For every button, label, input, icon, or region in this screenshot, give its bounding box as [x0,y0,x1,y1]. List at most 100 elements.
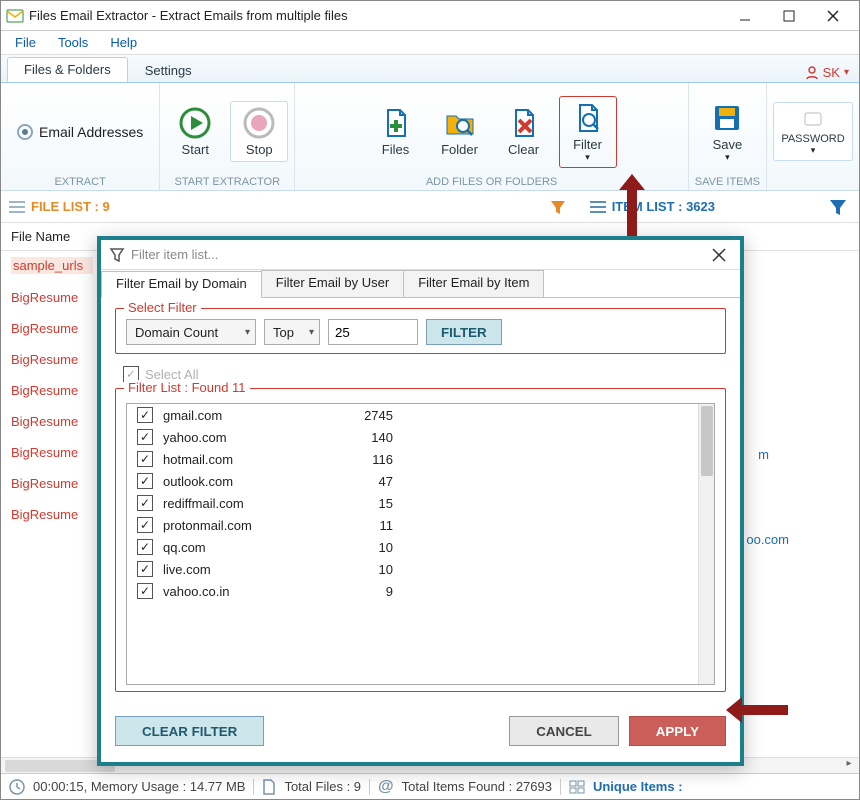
dialog-tabs: Filter Email by Domain Filter Email by U… [101,270,740,298]
tab-filter-domain[interactable]: Filter Email by Domain [101,271,262,298]
top-select[interactable]: Top [264,319,320,345]
user-label: SK [823,65,840,80]
tab-filter-user[interactable]: Filter Email by User [261,270,404,297]
menu-help[interactable]: Help [100,33,147,52]
ribbon: Email Addresses EXTRACT Start Stop START… [1,83,859,191]
file-row[interactable]: BigResume [11,476,93,491]
filter-dialog: Filter item list... Filter Email by Doma… [97,236,744,766]
play-icon [178,106,212,140]
file-row[interactable]: BigResume [11,352,93,367]
save-button[interactable]: Save ▾ [698,96,756,168]
file-row[interactable]: BigResume [11,507,93,522]
file-icon [262,779,276,795]
status-time: 00:00:15, Memory Usage : 14.77 MB [33,779,245,794]
dialog-close-button[interactable] [706,246,732,264]
select-filter-legend: Select Filter [124,300,201,315]
funnel-icon[interactable] [550,199,566,215]
folder-button[interactable]: Folder [431,101,489,162]
checkbox-icon[interactable]: ✓ [137,539,153,555]
filter-right-icon[interactable] [829,198,847,216]
file-filter-icon [571,101,605,135]
maximize-button[interactable] [767,2,811,30]
files-button[interactable]: Files [367,101,425,162]
status-unique: Unique Items : [593,779,683,794]
clear-button[interactable]: Clear [495,101,553,162]
email-addresses-radio[interactable]: Email Addresses [7,116,153,148]
at-icon: @ [378,778,394,796]
tab-settings[interactable]: Settings [128,58,209,82]
checkbox-icon[interactable]: ✓ [137,517,153,533]
list-icon [590,200,606,214]
filter-row[interactable]: ✓outlook.com47 [127,470,714,492]
close-button[interactable] [811,2,855,30]
email-addresses-label: Email Addresses [39,124,143,140]
filter-row[interactable]: ✓protonmail.com11 [127,514,714,536]
file-list: sample_urls BigResume BigResume BigResum… [1,251,97,757]
grid-icon [569,780,585,794]
menu-tools[interactable]: Tools [48,33,98,52]
save-icon [710,101,744,135]
clear-filter-button[interactable]: CLEAR FILTER [115,716,264,746]
filter-row[interactable]: ✓hotmail.com116 [127,448,714,470]
apply-button[interactable]: APPLY [629,716,726,746]
filter-run-button[interactable]: FILTER [426,319,502,345]
checkbox-icon[interactable]: ✓ [137,473,153,489]
file-row[interactable]: sample_urls [11,257,93,274]
domain-count-select[interactable]: Domain Count [126,319,256,345]
checkbox-icon[interactable]: ✓ [137,495,153,511]
scroll-right-arrow[interactable]: ▸ [841,758,857,774]
file-row[interactable]: BigResume [11,383,93,398]
file-row[interactable]: BigResume [11,290,93,305]
menu-file[interactable]: File [5,33,46,52]
checkbox-icon[interactable]: ✓ [137,451,153,467]
stop-button[interactable]: Stop [230,101,288,162]
top-value-input[interactable] [328,319,418,345]
checkbox-icon[interactable]: ✓ [137,583,153,599]
filter-row[interactable]: ✓yahoo.com140 [127,426,714,448]
window-title: Files Email Extractor - Extract Emails f… [25,8,723,23]
filter-row[interactable]: ✓gmail.com2745 [127,404,714,426]
filter-row[interactable]: ✓qq.com10 [127,536,714,558]
password-button[interactable]: PASSWORD ▾ [773,102,853,161]
minimize-button[interactable] [723,2,767,30]
stop-icon [242,106,276,140]
list-icon [9,200,25,214]
user-menu[interactable]: SK ▾ [805,65,849,82]
file-row[interactable]: BigResume [11,445,93,460]
group-extract-label: EXTRACT [54,176,105,188]
list-summary-bar: FILE LIST : 9 ITEM LIST : 3623 [1,191,859,223]
status-items: Total Items Found : 27693 [402,779,552,794]
file-row[interactable]: BigResume [11,321,93,336]
funnel-icon [109,247,125,263]
filter-row[interactable]: ✓rediffmail.com15 [127,492,714,514]
checkbox-icon[interactable]: ✓ [137,407,153,423]
file-row[interactable]: BigResume [11,414,93,429]
chevron-down-icon: ▾ [725,152,730,163]
filter-row[interactable]: ✓vahoo.co.in9 [127,580,714,602]
cancel-button[interactable]: CANCEL [509,716,619,746]
filter-result-list: ✓gmail.com2745 ✓yahoo.com140 ✓hotmail.co… [126,403,715,685]
user-icon [805,66,819,80]
group-add-label: ADD FILES OR FOLDERS [426,176,557,188]
chevron-down-icon: ▾ [844,67,849,78]
filter-row[interactable]: ✓live.com10 [127,558,714,580]
file-x-icon [507,106,541,140]
group-start-label: START EXTRACTOR [175,176,281,188]
checkbox-icon[interactable]: ✓ [137,429,153,445]
item-list-label: ITEM LIST : 3623 [612,199,715,214]
chevron-down-icon: ▾ [811,145,816,156]
password-icon [796,107,830,131]
vertical-scrollbar[interactable] [698,404,714,684]
menubar: File Tools Help [1,31,859,55]
tab-filter-item[interactable]: Filter Email by Item [403,270,544,297]
file-list-label: FILE LIST : 9 [31,199,110,214]
status-bar: 00:00:15, Memory Usage : 14.77 MB Total … [1,773,859,799]
filter-button[interactable]: Filter ▾ [559,96,617,168]
checkbox-icon[interactable]: ✓ [137,561,153,577]
status-files: Total Files : 9 [284,779,361,794]
filter-list-legend: Filter List : Found 11 [124,380,250,395]
start-button[interactable]: Start [166,101,224,162]
scroll-thumb[interactable] [701,406,713,476]
clock-icon [9,779,25,795]
tab-files-folders[interactable]: Files & Folders [7,57,128,82]
